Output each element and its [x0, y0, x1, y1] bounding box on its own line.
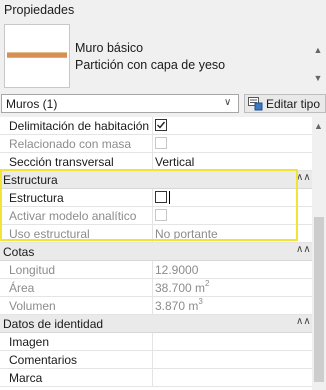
edit-type-icon — [248, 97, 263, 111]
area-unit-exponent: 2 — [205, 279, 210, 288]
property-value: No portante — [155, 227, 218, 241]
cell-divider — [152, 297, 153, 315]
cell-divider — [152, 225, 153, 243]
collapse-icon[interactable]: ∧∧ — [296, 316, 311, 327]
cell-divider — [152, 333, 153, 351]
property-name: Longitud — [9, 263, 56, 277]
area-value: 38.700 m — [155, 281, 206, 295]
property-row-uso-estructural: Uso estructural No portante — [0, 225, 312, 243]
text-cursor — [169, 191, 170, 204]
property-row-delimitacion[interactable]: Delimitación de habitación — [0, 117, 312, 135]
delimitacion-checkbox[interactable] — [155, 119, 167, 131]
group-header-cotas[interactable]: Cotas ∧∧ — [0, 243, 312, 261]
scrollbar-thumb[interactable] — [314, 217, 324, 382]
category-filter-dropdown[interactable]: Muros (1) ∨ — [1, 94, 239, 113]
property-name: Área — [9, 281, 35, 295]
collapse-icon[interactable]: ∧∧ — [296, 244, 311, 255]
type-name: Partición con capa de yeso — [75, 58, 226, 72]
group-name: Datos de identidad — [3, 317, 104, 331]
collapse-icon[interactable]: ∧∧ — [296, 172, 311, 183]
cell-divider — [152, 153, 153, 171]
wall-type-thumbnail — [4, 24, 70, 88]
cell-divider — [152, 351, 153, 369]
group-header-datos-identidad[interactable]: Datos de identidad ∧∧ — [0, 315, 312, 333]
property-row-area: Área 38.700 m2 — [0, 279, 312, 297]
property-row-comentarios[interactable]: Comentarios — [0, 351, 312, 369]
type-selector[interactable]: Muro básico Partición con capa de yeso ▲… — [0, 21, 326, 91]
panel-title: Propiedades — [4, 3, 75, 17]
filter-selected-value: Muros (1) — [6, 97, 58, 111]
vertical-scrollbar[interactable]: ▲ — [312, 117, 326, 390]
chevron-down-icon[interactable]: ∨ — [224, 97, 231, 108]
property-row-relacionado-masa: Relacionado con masa — [0, 135, 312, 153]
property-row-longitud: Longitud 12.9000 — [0, 261, 312, 279]
group-name: Estructura — [3, 173, 58, 187]
cell-divider — [152, 279, 153, 297]
property-value: 3.870 m3 — [155, 297, 203, 313]
property-value[interactable]: Vertical — [155, 155, 194, 169]
properties-panel-title-bar: Propiedades — [0, 0, 326, 21]
property-row-marca[interactable]: Marca — [0, 369, 312, 387]
type-scroll-down-icon[interactable]: ▼ — [312, 73, 324, 87]
property-name: Marca — [9, 371, 43, 385]
property-name: Relacionado con masa — [9, 137, 132, 151]
property-name: Sección transversal — [9, 155, 114, 169]
scroll-up-icon[interactable]: ▲ — [314, 121, 323, 131]
checkmark-icon — [157, 121, 166, 129]
edit-type-button[interactable]: Editar tipo — [244, 94, 326, 113]
type-scroll-up-icon[interactable]: ▲ — [312, 45, 324, 59]
property-value: 12.9000 — [155, 263, 199, 277]
volume-unit-exponent: 3 — [198, 297, 203, 306]
property-row-imagen[interactable]: Imagen — [0, 333, 312, 351]
relacionado-masa-checkbox — [155, 137, 167, 149]
cell-divider — [152, 207, 153, 225]
property-name: Imagen — [9, 335, 50, 349]
edit-type-label: Editar tipo — [266, 97, 321, 111]
instance-filter-row: Muros (1) ∨ Editar tipo — [0, 91, 326, 117]
property-name: Uso estructural — [9, 227, 90, 241]
estructura-checkbox[interactable] — [155, 191, 167, 203]
property-row-seccion-transversal[interactable]: Sección transversal Vertical — [0, 153, 312, 171]
group-name: Cotas — [3, 245, 35, 259]
property-name: Estructura — [9, 191, 64, 205]
property-value: 38.700 m2 — [155, 279, 210, 295]
property-name: Activar modelo analítico — [9, 209, 137, 223]
property-name: Delimitación de habitación — [9, 119, 150, 133]
cell-divider — [152, 369, 153, 387]
cell-divider — [152, 135, 153, 153]
property-row-estructura[interactable]: Estructura — [0, 189, 312, 207]
properties-grid: Delimitación de habitación Relacionado c… — [0, 117, 312, 390]
analitico-checkbox — [155, 209, 167, 221]
cell-divider — [152, 189, 153, 207]
wall-layer-preview — [7, 52, 67, 58]
property-row-activar-modelo-analitico: Activar modelo analítico — [0, 207, 312, 225]
cell-divider — [152, 261, 153, 279]
volume-value: 3.870 m — [155, 299, 199, 313]
group-header-estructura[interactable]: Estructura ∧∧ — [0, 171, 312, 189]
type-family-name: Muro básico — [75, 41, 144, 55]
property-row-volumen: Volumen 3.870 m3 — [0, 297, 312, 315]
property-name: Comentarios — [9, 353, 78, 367]
property-name: Volumen — [9, 299, 56, 313]
cell-divider — [152, 117, 153, 135]
